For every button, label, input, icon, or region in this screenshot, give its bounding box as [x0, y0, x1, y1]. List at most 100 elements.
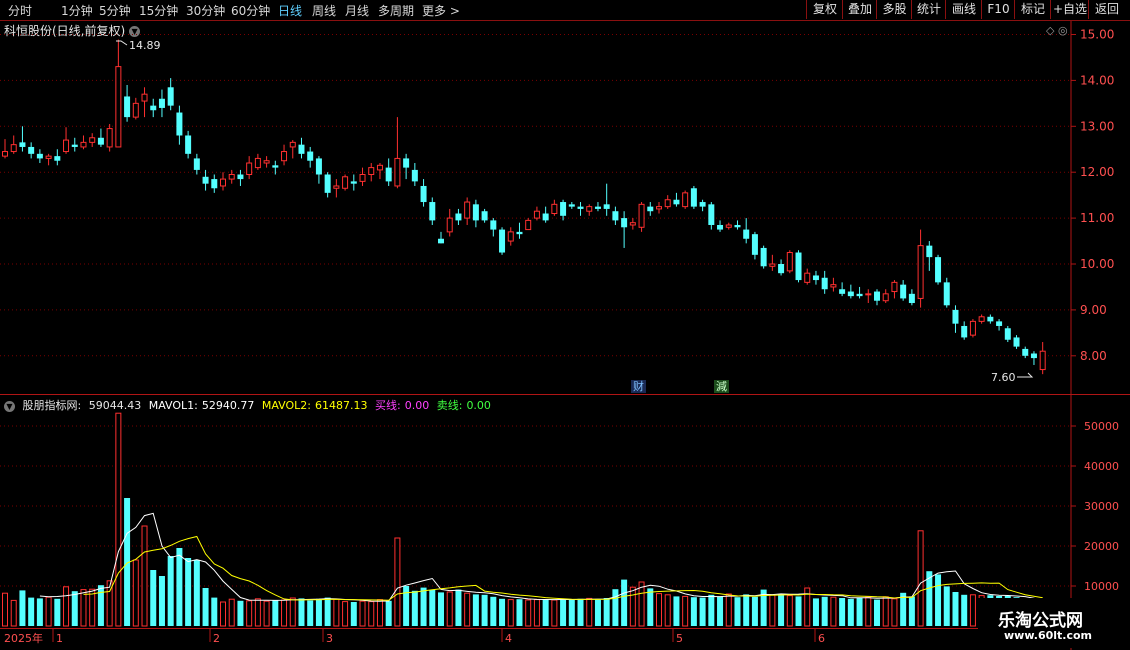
volume-bar — [246, 600, 253, 627]
price-tick-label: 14.00 — [1080, 73, 1114, 87]
volume-bar — [97, 585, 104, 626]
candle-body — [577, 206, 584, 209]
volume-bar — [150, 570, 157, 626]
volume-bar — [54, 598, 61, 626]
volume-bar — [167, 556, 174, 626]
axis-layer: 15.0014.0013.0012.0011.0010.009.008.0050… — [4, 28, 1119, 646]
candle-body — [403, 158, 410, 168]
volume-bar — [394, 537, 401, 627]
candle-body — [499, 229, 506, 253]
candle-body — [176, 112, 183, 136]
volume-bar — [158, 576, 165, 626]
candle-body — [690, 188, 697, 207]
candle-body — [368, 167, 375, 175]
volume-bar — [446, 591, 453, 627]
indicator-name: 股朋指标网 — [22, 399, 78, 412]
month-label: 5 — [676, 632, 683, 645]
price-tick-label: 11.00 — [1080, 211, 1114, 225]
candle-body — [1004, 328, 1011, 340]
candle-body — [760, 247, 767, 267]
candle-body — [246, 162, 253, 175]
chevron-down-icon[interactable]: ▼ — [4, 400, 15, 412]
candle-body — [472, 204, 479, 221]
watermark-title: 乐淘公式网 — [998, 611, 1083, 631]
volume-bar — [673, 596, 680, 626]
candle-body — [935, 257, 942, 283]
kline-chart[interactable]: 15.0014.0013.0012.0011.0010.009.008.0050… — [0, 0, 1130, 650]
volume-bar — [882, 596, 889, 627]
volume-tick-label: 30000 — [1084, 500, 1119, 513]
volume-bar — [708, 594, 715, 626]
mavol2-label: MAVOL2: — [261, 399, 311, 412]
candle-body — [551, 203, 558, 215]
candle-body — [490, 220, 497, 230]
volume-bar — [621, 579, 628, 626]
volume-bar — [516, 599, 523, 626]
diamond-icon[interactable]: ◇ — [1046, 24, 1055, 37]
volume-bar — [350, 602, 357, 626]
candle-body — [185, 135, 192, 154]
volume-bar — [36, 598, 43, 626]
month-label: 1 — [56, 632, 63, 645]
finance-event-badge[interactable]: 财 — [631, 380, 646, 393]
candle-body — [263, 160, 270, 164]
volume-bar — [272, 600, 279, 626]
volume-bar — [847, 598, 854, 626]
volume-bar — [438, 592, 444, 626]
candle-body — [856, 293, 863, 297]
candle-body — [917, 245, 924, 299]
indicator-value: 59044.43 — [88, 399, 142, 412]
high-price-label: 14.89 — [129, 39, 161, 52]
volume-bar — [682, 595, 689, 627]
mavol1-value: 52940.77 — [201, 399, 255, 412]
volume-bar — [237, 600, 244, 626]
volume-bar — [551, 599, 558, 627]
candle-body — [228, 173, 235, 180]
candle-body — [80, 141, 87, 148]
candle-body — [594, 206, 601, 209]
volume-bar — [71, 591, 78, 626]
candle-body — [786, 252, 793, 272]
candle-body — [97, 137, 104, 145]
volume-bar — [455, 589, 462, 626]
candle-body — [996, 321, 1003, 326]
volume-bar — [220, 601, 226, 627]
volume-tick-label: 10000 — [1084, 580, 1119, 593]
volume-bar — [28, 597, 35, 626]
candle-body — [664, 199, 671, 208]
candle-body — [289, 141, 296, 148]
month-label: 4 — [505, 632, 512, 645]
candle-body — [298, 144, 305, 154]
candle-body — [812, 275, 819, 281]
candle-body — [202, 176, 209, 184]
volume-bar — [699, 597, 706, 626]
volume-bar — [429, 590, 436, 626]
volume-bar — [185, 558, 192, 626]
candle-body — [45, 155, 52, 159]
candle-body — [673, 199, 680, 205]
mavol1-label: MAVOL1: — [148, 399, 198, 412]
volume-bar — [664, 594, 671, 627]
settings-icon[interactable]: ◎ — [1058, 24, 1068, 37]
volume-bar — [594, 599, 601, 626]
volume-bar — [917, 530, 924, 627]
volume-bar — [254, 598, 261, 627]
volume-bar — [115, 412, 122, 627]
volume-bar — [80, 589, 87, 627]
candle-body — [751, 234, 758, 255]
candle-body — [612, 211, 619, 221]
volume-bar — [141, 525, 148, 627]
volume-bar — [368, 601, 375, 627]
candle-body — [19, 142, 26, 147]
volume-bar — [830, 596, 837, 627]
volume-bar — [359, 600, 366, 627]
volume-bar — [176, 548, 183, 626]
reduce-event-badge[interactable]: 減 — [714, 380, 729, 393]
volume-bar — [568, 600, 575, 626]
candle-body — [900, 284, 907, 299]
volume-layer — [2, 412, 1046, 627]
candle-body — [621, 218, 628, 228]
candle-body — [629, 222, 636, 226]
candle-body — [359, 173, 366, 182]
candle-body — [987, 316, 994, 322]
